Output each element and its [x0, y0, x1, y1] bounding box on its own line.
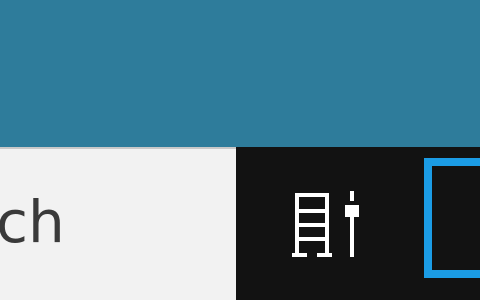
active-app-highlight [424, 158, 480, 278]
taskbar: arch [0, 147, 480, 300]
task-view-button[interactable] [236, 147, 416, 300]
desktop-background [0, 0, 480, 147]
taskbar-search-box[interactable]: arch [0, 147, 236, 300]
search-placeholder: arch [0, 188, 65, 256]
taskbar-app-button[interactable] [416, 147, 480, 300]
screen: arch [0, 0, 480, 300]
task-view-icon [292, 191, 359, 257]
